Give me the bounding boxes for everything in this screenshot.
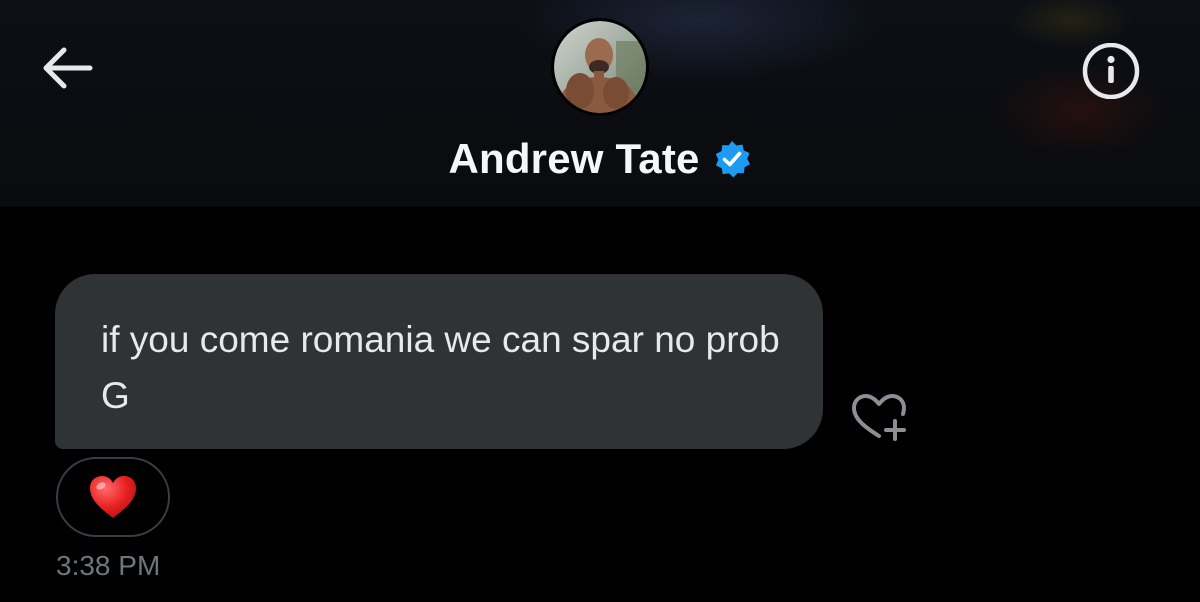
conversation-header: Andrew Tate (0, 0, 1200, 207)
heart-plus-icon (852, 394, 906, 441)
info-circle-icon (1082, 42, 1140, 100)
avatar[interactable] (551, 18, 649, 116)
message-text: if you come romania we can spar no prob … (101, 319, 780, 416)
red-heart-icon (90, 476, 136, 518)
arrow-left-icon (43, 47, 93, 89)
verified-badge-icon (715, 141, 750, 178)
avatar-photo (554, 21, 646, 113)
back-button[interactable] (36, 42, 96, 94)
contact-name-row[interactable]: Andrew Tate (0, 134, 1200, 184)
dm-conversation-screen: Andrew Tate if you come romania we can s… (0, 0, 1200, 602)
previous-timestamp-fragment (1030, 196, 1150, 210)
message-bubble[interactable]: if you come romania we can spar no prob … (55, 274, 823, 449)
contact-name: Andrew Tate (448, 135, 700, 182)
add-reaction-button[interactable] (849, 393, 911, 443)
message-reaction[interactable] (56, 457, 170, 537)
info-button[interactable] (1080, 42, 1142, 100)
message-timestamp: 3:38 PM (56, 550, 161, 581)
